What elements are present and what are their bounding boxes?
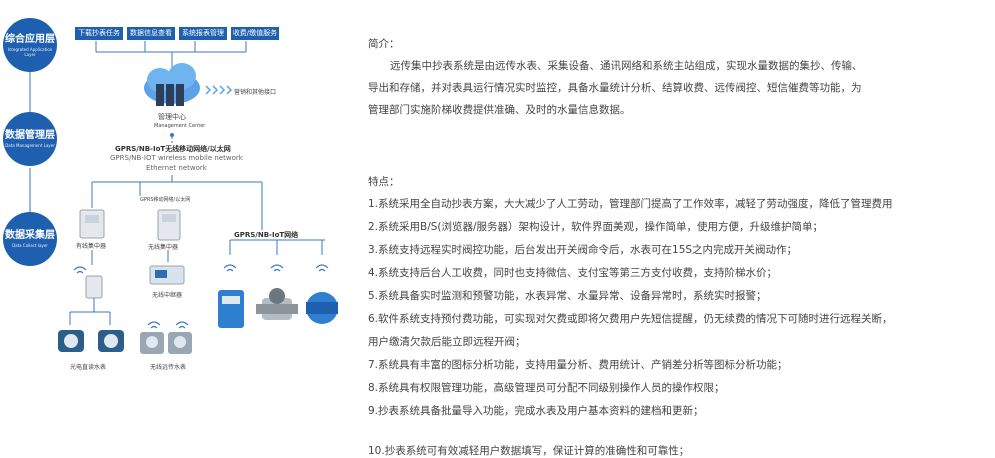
service-data-view: 数据信息查看 — [127, 27, 175, 40]
cloud-interface-label: 营销和其他接口 — [234, 89, 277, 96]
intro-heading: 简介： — [368, 38, 400, 50]
photoelectric-meter-label: 光电直读水表 — [70, 364, 107, 371]
wireless-meter-label: 无线远传水表 — [150, 364, 187, 371]
feature-item: 用户缴清欠款后能立即远程开阀； — [368, 336, 526, 348]
layer-label: 数据采集层 — [5, 230, 55, 241]
wired-concentrator-icon — [79, 209, 105, 239]
feature-item: 1.系统采用全自动抄表方案，大大减少了人工劳动，管理部门提高了工作效率，减轻了劳… — [368, 198, 893, 210]
network-label: GPRS/NB-IoT无线移动网络/以太网 — [115, 145, 231, 153]
wireless-repeater-label: 无线中继器 — [152, 292, 183, 299]
gprs-nb-network-label: GPRS/NB-IoT网络 — [234, 231, 299, 239]
wired-concentrator-label: 有线集中器 — [76, 243, 107, 250]
gprs-ethernet-label: GPRS移动网络/以太网 — [140, 197, 191, 203]
center-sublabel: Management Center — [154, 123, 206, 129]
layer-sublabel: Integrated Application Layer — [7, 46, 53, 57]
feature-item: 5.系统具备实时监测和预警功能，水表异常、水量异常、设备异常时，系统实时报警； — [368, 290, 767, 302]
feature-item: 7.系统具有丰富的图标分析功能，支持用量分析、费用统计、产销差分析等图标分析功能… — [368, 359, 788, 371]
feature-item: 6.软件系统支持预付费功能，可实现对欠费或即将欠费用户先短信提醒，仍无续费的情况… — [368, 313, 893, 325]
intro-line: 管理部门实施阶梯收费提供准确、及时的水量信息数据。 — [368, 104, 631, 116]
layer-data-collect: 数据采集层 Data Collect layer — [3, 212, 57, 266]
service-billing: 收费/缴值服务 — [231, 27, 279, 40]
layer-label: 数据管理层 — [5, 130, 55, 141]
relay-box-icon — [85, 275, 103, 299]
service-report-management: 系统报表管理 — [179, 27, 227, 40]
feature-item: 3.系统支持远程实时阀控功能，后台发出开关阀命令后，水表可在15S之内完成开关阀… — [368, 244, 798, 256]
wireless-repeater-icon — [149, 265, 185, 285]
wireless-concentrator-icon — [157, 209, 181, 241]
feature-item: 8.系统具有权限管理功能，高级管理员可分配不同级别操作人员的操作权限； — [368, 382, 725, 394]
network-sublabel: GPRS/NB-IOT wireless mobile network — [110, 154, 243, 162]
wireless-meter-icon — [140, 332, 192, 354]
layer-sublabel: Data Collect layer — [12, 243, 48, 248]
arrow-chevrons-icon — [205, 85, 233, 95]
wireless-concentrator-label: 无线集中器 — [148, 244, 179, 251]
layer-integrated-application: 综合应用层 Integrated Application Layer — [3, 18, 57, 72]
feature-item: 4.系统支持后台人工收费，同时也支持微信、支付宝等第三方支付收费，支持阶梯水价； — [368, 267, 778, 279]
nb-iot-prepaid-meter-icon — [218, 290, 244, 328]
layer-label: 综合应用层 — [5, 33, 55, 45]
network-sublabel-ethernet: Ethernet network — [146, 164, 207, 172]
system-architecture-diagram: 综合应用层 Integrated Application Layer 数据管理层… — [0, 0, 360, 454]
features-heading: 特点： — [368, 176, 400, 188]
feature-item: 2.系统采用B/S(浏览器/服务器）架构设计，软件界面美观，操作简单，使用方便，… — [368, 221, 824, 233]
cloud-icon — [144, 63, 200, 106]
center-label: 管理中心 — [158, 113, 186, 121]
layer-sublabel: Data Management Layer — [5, 143, 55, 148]
intro-line: 导出和存储，并对表具运行情况实时监控，具备水量统计分析、结算收费、远传阀控、短信… — [368, 82, 862, 94]
nb-iot-large-meter-icon — [306, 292, 338, 324]
photoelectric-meter-icon — [58, 330, 124, 352]
layer-data-management: 数据管理层 Data Management Layer — [3, 112, 57, 166]
intro-line: 远传集中抄表系统是由远传水表、采集设备、通讯网络和系统主站组成，实现水量数据的集… — [390, 60, 863, 72]
service-download-tasks: 下载抄表任务 — [75, 27, 123, 40]
feature-item: 9.抄表系统具备批量导入功能，完成水表及用户基本资料的建档和更新； — [368, 405, 704, 417]
feature-item: 10.抄表系统可有效减轻用户数据填写，保证计算的准确性和可靠性； — [368, 445, 690, 457]
nb-iot-valve-meter-icon — [256, 288, 298, 320]
